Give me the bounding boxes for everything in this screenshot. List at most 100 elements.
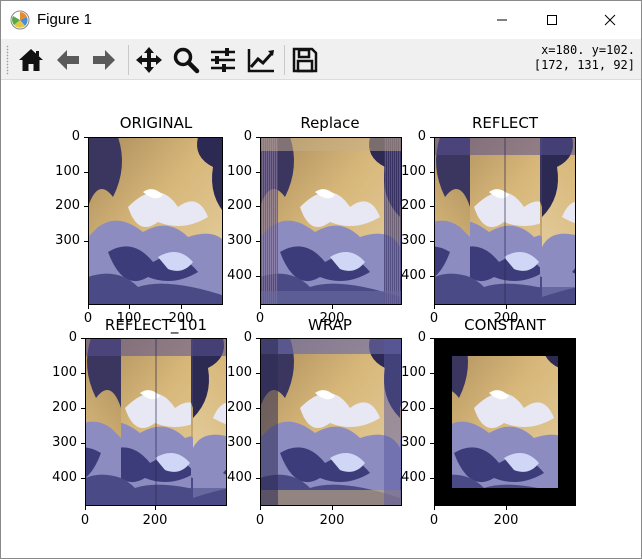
y-tick-label: 100 bbox=[401, 164, 426, 179]
y-tick-mark bbox=[256, 443, 260, 444]
cursor-coordinates: x=180. y=102. [172, 131, 92] bbox=[534, 43, 635, 73]
forward-button[interactable] bbox=[88, 44, 120, 76]
y-tick-label: 0 bbox=[417, 129, 426, 144]
y-tick-mark bbox=[430, 408, 434, 409]
y-tick-mark bbox=[256, 373, 260, 374]
x-tick-mark bbox=[332, 305, 333, 309]
save-icon bbox=[292, 47, 318, 73]
zoom-button[interactable] bbox=[170, 44, 202, 76]
forward-arrow-icon bbox=[93, 50, 115, 70]
y-tick-label: 0 bbox=[417, 330, 426, 345]
image-axes-replicate[interactable] bbox=[260, 137, 402, 305]
x-tick-label: 0 bbox=[255, 311, 265, 326]
y-tick-label: 0 bbox=[243, 330, 252, 345]
image-plot bbox=[434, 338, 576, 506]
y-tick-label: 0 bbox=[243, 129, 252, 144]
y-tick-mark bbox=[430, 373, 434, 374]
minimize-icon bbox=[497, 19, 507, 21]
y-tick-mark bbox=[81, 408, 85, 409]
figure-canvas[interactable]: ORIGINAL 0 100 200 300 0 100 200 Replace 0 100 200 3… bbox=[1, 80, 641, 558]
subplot-title: ORIGINAL bbox=[119, 114, 193, 132]
cursor-position-readout: x=180. y=102. bbox=[541, 43, 635, 57]
y-tick-label: 300 bbox=[401, 233, 426, 248]
x-tick-mark bbox=[332, 506, 333, 510]
x-tick-label: 0 bbox=[429, 513, 439, 528]
y-tick-label: 200 bbox=[227, 400, 252, 415]
subplot-title: WRAP bbox=[308, 316, 352, 334]
y-tick-mark bbox=[84, 206, 88, 207]
y-tick-label: 300 bbox=[227, 435, 252, 450]
subplot-title: REFLECT bbox=[472, 114, 538, 132]
image-axes-none[interactable] bbox=[88, 137, 223, 305]
subplot-title: REFLECT_101 bbox=[104, 316, 208, 334]
y-tick-mark bbox=[430, 206, 434, 207]
home-icon bbox=[19, 49, 43, 71]
x-tick-label: 200 bbox=[493, 513, 519, 528]
close-icon bbox=[604, 14, 616, 26]
title-bar[interactable]: Figure 1 bbox=[1, 1, 641, 39]
pan-button[interactable] bbox=[133, 44, 165, 76]
maximize-button[interactable] bbox=[529, 1, 575, 39]
y-tick-label: 400 bbox=[401, 470, 426, 485]
back-button[interactable] bbox=[52, 44, 84, 76]
y-tick-label: 100 bbox=[52, 365, 77, 380]
y-tick-mark bbox=[256, 408, 260, 409]
y-tick-mark bbox=[84, 172, 88, 173]
y-tick-mark bbox=[256, 276, 260, 277]
edit-axis-icon bbox=[247, 49, 274, 73]
y-tick-mark bbox=[430, 478, 434, 479]
y-tick-label: 200 bbox=[401, 198, 426, 213]
maximize-icon bbox=[547, 15, 557, 25]
y-tick-label: 300 bbox=[227, 233, 252, 248]
minimize-button[interactable] bbox=[479, 1, 525, 39]
configure-subplots-button[interactable] bbox=[207, 44, 239, 76]
x-tick-mark bbox=[88, 305, 89, 309]
x-tick-mark bbox=[155, 506, 156, 510]
y-tick-mark bbox=[256, 172, 260, 173]
toolbar-grip[interactable] bbox=[6, 45, 9, 75]
image-axes-reflect101[interactable] bbox=[85, 338, 227, 506]
y-tick-mark bbox=[430, 241, 434, 242]
x-tick-mark bbox=[260, 506, 261, 510]
x-tick-label: 0 bbox=[83, 311, 93, 326]
image-plot bbox=[85, 338, 227, 506]
x-tick-mark bbox=[506, 305, 507, 309]
image-axes-wrap[interactable] bbox=[260, 338, 402, 506]
y-tick-label: 400 bbox=[52, 470, 77, 485]
pixel-value-readout: [172, 131, 92] bbox=[533, 58, 635, 72]
y-tick-mark bbox=[430, 172, 434, 173]
y-tick-label: 100 bbox=[401, 365, 426, 380]
y-tick-mark bbox=[430, 338, 434, 339]
close-button[interactable] bbox=[587, 1, 633, 39]
home-button[interactable] bbox=[15, 44, 47, 76]
y-tick-mark bbox=[256, 206, 260, 207]
x-tick-mark bbox=[260, 305, 261, 309]
image-plot bbox=[88, 137, 223, 305]
figure-window: Figure 1 x=180. y=102. [172, 131, 92] OR… bbox=[0, 0, 642, 559]
x-tick-mark bbox=[434, 506, 435, 510]
pan-icon bbox=[136, 47, 162, 73]
y-tick-mark bbox=[430, 443, 434, 444]
subplot-title: Replace bbox=[300, 114, 360, 132]
x-tick-mark bbox=[506, 506, 507, 510]
y-tick-label: 200 bbox=[52, 400, 77, 415]
y-tick-label: 400 bbox=[227, 470, 252, 485]
y-tick-label: 0 bbox=[71, 129, 80, 144]
navigation-toolbar: x=180. y=102. [172, 131, 92] bbox=[1, 39, 641, 80]
y-tick-label: 400 bbox=[401, 268, 426, 283]
image-axes-reflect[interactable] bbox=[434, 137, 576, 305]
y-tick-mark bbox=[84, 137, 88, 138]
y-tick-mark bbox=[81, 338, 85, 339]
edit-axis-button[interactable] bbox=[245, 44, 277, 76]
x-tick-mark bbox=[181, 305, 182, 309]
y-tick-mark bbox=[81, 373, 85, 374]
save-button[interactable] bbox=[289, 44, 321, 76]
y-tick-label: 100 bbox=[227, 365, 252, 380]
x-tick-label: 200 bbox=[319, 513, 345, 528]
x-tick-label: 0 bbox=[80, 513, 90, 528]
image-axes-constant[interactable] bbox=[434, 338, 576, 506]
image-plot bbox=[260, 137, 402, 305]
x-tick-mark bbox=[129, 305, 130, 309]
x-tick-label: 0 bbox=[429, 311, 439, 326]
y-tick-mark bbox=[430, 276, 434, 277]
